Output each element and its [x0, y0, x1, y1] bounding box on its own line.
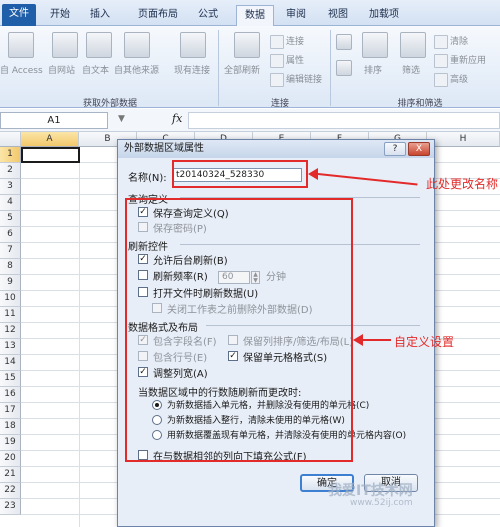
from-other-sources-button[interactable]: 自其他来源 [114, 63, 159, 76]
tab-data[interactable]: 数据 [236, 5, 274, 26]
column-header[interactable]: H [427, 132, 500, 147]
from-text-button[interactable]: 自文本 [82, 63, 109, 76]
select-all-corner[interactable] [0, 132, 21, 147]
watermark: 我爱IT技术网 [328, 483, 413, 499]
custom-settings-highlight-box [125, 198, 353, 462]
group-get-external-data: 获取外部数据 [82, 99, 137, 109]
row-header[interactable]: 23 [0, 499, 21, 515]
tab-page-layout[interactable]: 页面布局 [130, 5, 186, 26]
row-header[interactable]: 10 [0, 291, 21, 307]
access-icon [8, 32, 34, 58]
row-header[interactable]: 20 [0, 451, 21, 467]
tab-addins[interactable]: 加载项 [362, 5, 406, 26]
arrow-head [308, 168, 318, 180]
group-separator [218, 30, 219, 106]
row-header[interactable]: 16 [0, 387, 21, 403]
name-label: 名称(N): [128, 173, 167, 184]
group-connections: 连接 [270, 99, 289, 109]
filter-funnel-icon [400, 32, 426, 58]
row-header[interactable]: 8 [0, 259, 21, 275]
name-highlight-box [172, 160, 308, 188]
group-sort-filter: 排序和筛选 [397, 99, 443, 109]
row-header[interactable]: 1 [0, 147, 21, 163]
advanced-icon [434, 72, 448, 87]
row-header[interactable]: 21 [0, 467, 21, 483]
from-web-button[interactable]: 自网站 [48, 63, 75, 76]
formula-bar-dropdown-icon[interactable]: ▼ [118, 114, 125, 124]
formula-input[interactable] [188, 112, 500, 129]
filter-button[interactable]: 筛选 [402, 63, 420, 76]
sort-za-icon [336, 60, 352, 76]
ribbon: 自 Access 自网站 自文本 自其他来源 现有连接 获取外部数据 全部刷新 … [0, 26, 500, 109]
name-box[interactable]: A1 [0, 112, 108, 129]
tab-home[interactable]: 开始 [44, 5, 76, 26]
tab-file[interactable]: 文件 [2, 4, 36, 26]
reapply-button[interactable]: 重新应用 [434, 53, 486, 68]
edit-links-button[interactable]: 编辑链接 [270, 72, 322, 87]
tab-view[interactable]: 视图 [322, 5, 354, 26]
from-access-button[interactable]: 自 Access [0, 63, 43, 76]
group-separator [330, 30, 331, 106]
row-header[interactable]: 22 [0, 483, 21, 499]
tab-insert[interactable]: 插入 [84, 5, 116, 26]
row-header[interactable]: 2 [0, 163, 21, 179]
sort-icon [362, 32, 388, 58]
row-header[interactable]: 4 [0, 195, 21, 211]
properties-button[interactable]: 属性 [270, 53, 304, 68]
reapply-icon [434, 53, 448, 68]
tab-review[interactable]: 审阅 [280, 5, 312, 26]
close-button[interactable]: X [408, 142, 430, 156]
insert-function-icon[interactable]: fx [172, 112, 182, 125]
tab-formulas[interactable]: 公式 [192, 5, 224, 26]
row-header[interactable]: 14 [0, 355, 21, 371]
gridline [79, 147, 80, 527]
row-header[interactable]: 15 [0, 371, 21, 387]
other-sources-icon [124, 32, 150, 58]
column-header[interactable]: A [21, 132, 79, 147]
clear-button[interactable]: 清除 [434, 34, 468, 49]
sort-button[interactable]: 排序 [364, 63, 382, 76]
refresh-icon [234, 32, 260, 58]
row-header[interactable]: 12 [0, 323, 21, 339]
existing-connections-button[interactable]: 现有连接 [174, 63, 210, 76]
text-file-icon [86, 32, 112, 58]
refresh-all-button[interactable]: 全部刷新 [224, 63, 260, 76]
row-header[interactable]: 18 [0, 419, 21, 435]
row-header[interactable]: 7 [0, 243, 21, 259]
advanced-button[interactable]: 高级 [434, 72, 468, 87]
connections-button[interactable]: 连接 [270, 34, 304, 49]
row-header[interactable]: 11 [0, 307, 21, 323]
arrow-head [353, 334, 363, 346]
arrow-line [363, 339, 391, 341]
watermark-url: www.52ij.com [350, 498, 413, 508]
properties-icon [270, 53, 284, 68]
clear-icon [434, 34, 448, 49]
ribbon-tab-bar: 文件 开始 插入 页面布局 公式 数据 审阅 视图 加载项 [0, 0, 500, 26]
row-header[interactable]: 5 [0, 211, 21, 227]
sort-az-icon [336, 34, 352, 50]
rename-note: 此处更改名称 [426, 177, 499, 191]
existing-connections-icon [180, 32, 206, 58]
web-icon [52, 32, 78, 58]
active-cell-a1[interactable] [21, 147, 80, 163]
connections-icon [270, 34, 284, 49]
row-header[interactable]: 17 [0, 403, 21, 419]
row-header[interactable]: 19 [0, 435, 21, 451]
custom-settings-note: 自定义设置 [394, 335, 455, 349]
row-header[interactable]: 3 [0, 179, 21, 195]
row-header[interactable]: 13 [0, 339, 21, 355]
row-header[interactable]: 9 [0, 275, 21, 291]
help-button[interactable]: ? [384, 142, 406, 156]
row-header[interactable]: 6 [0, 227, 21, 243]
edit-links-icon [270, 72, 284, 87]
